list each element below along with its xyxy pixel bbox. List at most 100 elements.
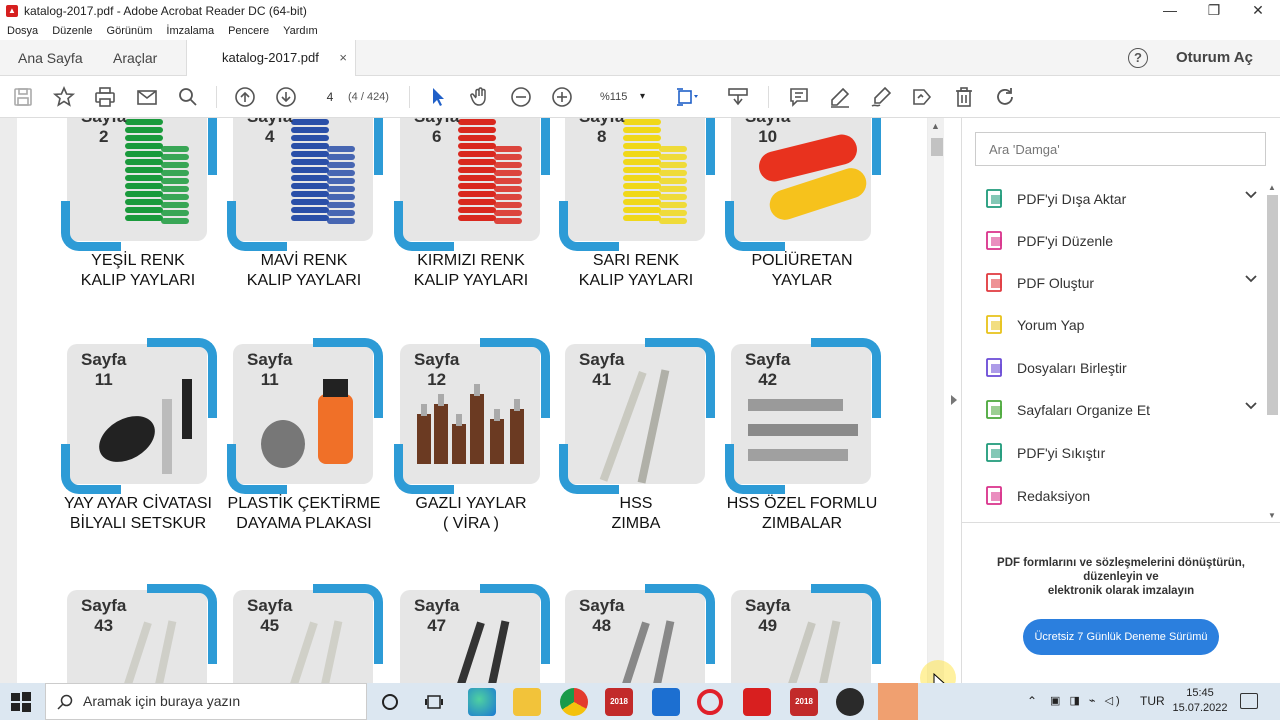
search-icon[interactable] xyxy=(176,85,200,109)
chevron-down-icon[interactable] xyxy=(1245,402,1257,410)
scroll-down-icon[interactable]: ▼ xyxy=(1268,511,1276,520)
scroll-up-icon[interactable]: ▲ xyxy=(1268,183,1276,192)
highlight-pen-icon[interactable] xyxy=(828,85,852,109)
product-caption[interactable]: SARI RENK KALIP YAYLARI xyxy=(551,251,721,291)
product-caption[interactable]: MAVİ RENK KALIP YAYLARI xyxy=(219,251,389,291)
chevron-down-icon[interactable] xyxy=(1245,275,1257,283)
language-indicator[interactable]: TUR xyxy=(1140,683,1165,720)
product-caption[interactable]: HSS ÖZEL FORMLU ZIMBALAR xyxy=(717,494,887,534)
menu-view[interactable]: Görünüm xyxy=(107,25,153,37)
media-player-icon[interactable] xyxy=(836,688,864,716)
catalog-tile[interactable]: Sayfa 49 xyxy=(731,584,881,683)
zoom-in-icon[interactable] xyxy=(550,85,574,109)
menu-window[interactable]: Pencere xyxy=(228,25,269,37)
rotate-icon[interactable] xyxy=(993,85,1017,109)
previous-page-icon[interactable] xyxy=(233,85,257,109)
product-caption[interactable]: GAZLI YAYLAR ( VİRA ) xyxy=(386,494,556,534)
hand-tool-icon[interactable] xyxy=(468,85,492,109)
notification-icon[interactable] xyxy=(1240,693,1258,709)
edge-browser-icon[interactable] xyxy=(468,688,496,716)
email-icon[interactable] xyxy=(135,85,159,109)
bookmark-star-icon[interactable] xyxy=(52,85,76,109)
maximize-button[interactable]: ❐ xyxy=(1192,0,1236,22)
tool-item[interactable]: PDF'yi Düzenle xyxy=(984,226,1244,256)
catalog-tile[interactable]: Sayfa6 xyxy=(394,118,550,251)
scroll-mode-icon[interactable] xyxy=(726,85,750,109)
catalog-tile[interactable]: Sayfa 47 xyxy=(400,584,550,683)
tab-tools[interactable]: Araçlar xyxy=(113,40,157,76)
tool-item[interactable]: PDF'yi Dışa Aktar xyxy=(984,184,1257,214)
catalog-tile[interactable]: Sayfa 41 xyxy=(559,338,715,494)
page-fit-icon[interactable] xyxy=(674,85,698,109)
task-view-icon[interactable] xyxy=(424,692,444,712)
windows-start-icon[interactable] xyxy=(10,691,32,713)
tab-home[interactable]: Ana Sayfa xyxy=(18,40,83,76)
mail-icon[interactable] xyxy=(652,688,680,716)
comment-icon[interactable] xyxy=(787,85,811,109)
cortana-icon[interactable] xyxy=(380,692,400,712)
tray-icons[interactable]: ▣ ◨ ⌁ ◁) xyxy=(1050,683,1123,720)
product-caption[interactable]: KIRMIZI RENK KALIP YAYLARI xyxy=(386,251,556,291)
scrollbar-thumb[interactable] xyxy=(1267,195,1278,415)
zoom-dropdown-icon[interactable]: ▾ xyxy=(640,87,645,107)
zoom-level[interactable]: %115 xyxy=(600,87,627,107)
sign-in-button[interactable]: Oturum Aç xyxy=(1176,40,1253,76)
save-icon[interactable] xyxy=(11,85,35,109)
solidworks-icon[interactable]: 2018 xyxy=(605,688,633,716)
catalog-tile[interactable]: Sayfa8 xyxy=(559,118,715,251)
menu-sign[interactable]: İmzalama xyxy=(166,25,214,37)
print-icon[interactable] xyxy=(93,85,117,109)
help-icon[interactable]: ? xyxy=(1128,48,1148,68)
close-window-button[interactable]: ✕ xyxy=(1236,0,1280,22)
tools-search-input[interactable]: Ara 'Damga' xyxy=(975,132,1266,166)
catalog-tile[interactable]: Sayfa10 xyxy=(725,118,881,251)
menu-help[interactable]: Yardım xyxy=(283,25,318,37)
draw-pen-icon[interactable] xyxy=(869,85,893,109)
tool-item[interactable]: PDF'yi Sıkıştır xyxy=(984,438,1244,468)
scrollbar-thumb[interactable] xyxy=(931,138,943,156)
tools-panel-scrollbar[interactable]: ▲ ▼ xyxy=(1264,183,1280,523)
file-explorer-icon[interactable] xyxy=(513,688,541,716)
catalog-tile[interactable]: Sayfa 42 xyxy=(725,338,881,494)
tool-item[interactable]: Sayfaları Organize Et xyxy=(984,395,1257,425)
sign-icon[interactable] xyxy=(910,85,934,109)
chrome-icon[interactable] xyxy=(560,688,588,716)
catalog-tile[interactable]: Sayfa 12 xyxy=(394,338,550,494)
teams-icon[interactable] xyxy=(878,683,918,720)
minimize-button[interactable]: — xyxy=(1148,0,1192,22)
catalog-tile[interactable]: Sayfa 48 xyxy=(565,584,715,683)
menu-file[interactable]: Dosya xyxy=(7,25,38,37)
catalog-tile[interactable]: Sayfa 43 xyxy=(67,584,217,683)
panel-splitter[interactable] xyxy=(944,118,962,683)
catalog-tile[interactable]: Sayfa 45 xyxy=(233,584,383,683)
tray-overflow-icon[interactable]: ⌃ xyxy=(1027,683,1037,720)
collapse-right-panel-icon[interactable] xyxy=(949,394,958,406)
catalog-tile[interactable]: Sayfa4 xyxy=(227,118,383,251)
delete-icon[interactable] xyxy=(952,85,976,109)
catalog-tile[interactable]: Sayfa 11 xyxy=(227,338,383,494)
next-page-icon[interactable] xyxy=(274,85,298,109)
catalog-tile[interactable]: Sayfa 11 xyxy=(61,338,217,494)
tool-item[interactable]: Dosyaları Birleştir xyxy=(984,353,1244,383)
clock[interactable]: 15:45 15.07.2022 xyxy=(1170,686,1230,716)
product-caption[interactable]: YAY AYAR CİVATASI BİLYALI SETSKUR xyxy=(53,494,223,534)
close-tab-icon[interactable]: × xyxy=(339,40,347,76)
zoom-out-icon[interactable] xyxy=(509,85,533,109)
product-caption[interactable]: PLASTİK ÇEKTİRME DAYAMA PLAKASI xyxy=(219,494,389,534)
free-trial-button[interactable]: Ücretsiz 7 Günlük Deneme Sürümü xyxy=(1023,619,1219,655)
product-caption[interactable]: POLİÜRETAN YAYLAR xyxy=(717,251,887,291)
tool-item[interactable]: Redaksiyon xyxy=(984,481,1244,511)
tab-document[interactable]: katalog-2017.pdf × xyxy=(186,40,356,76)
scroll-up-icon[interactable]: ▲ xyxy=(931,121,940,131)
tool-item[interactable]: PDF Oluştur xyxy=(984,268,1257,298)
acrobat-taskbar-icon[interactable] xyxy=(743,688,771,716)
catalog-tile[interactable]: Sayfa2 xyxy=(61,118,217,251)
tool-item[interactable]: Yorum Yap xyxy=(984,310,1244,340)
page-number-input[interactable]: 4 xyxy=(316,87,344,107)
product-caption[interactable]: YEŞİL RENK KALIP YAYLARI xyxy=(53,251,223,291)
document-viewport[interactable]: Sayfa2YEŞİL RENKKALIP YAYLARISayfa4MAVİ … xyxy=(0,118,928,683)
select-cursor-icon[interactable] xyxy=(426,85,450,109)
menu-edit[interactable]: Düzenle xyxy=(52,25,92,37)
solidworks-icon[interactable]: 2018 xyxy=(790,688,818,716)
taskbar-search-input[interactable]: Aramak için buraya yazın xyxy=(45,683,367,720)
